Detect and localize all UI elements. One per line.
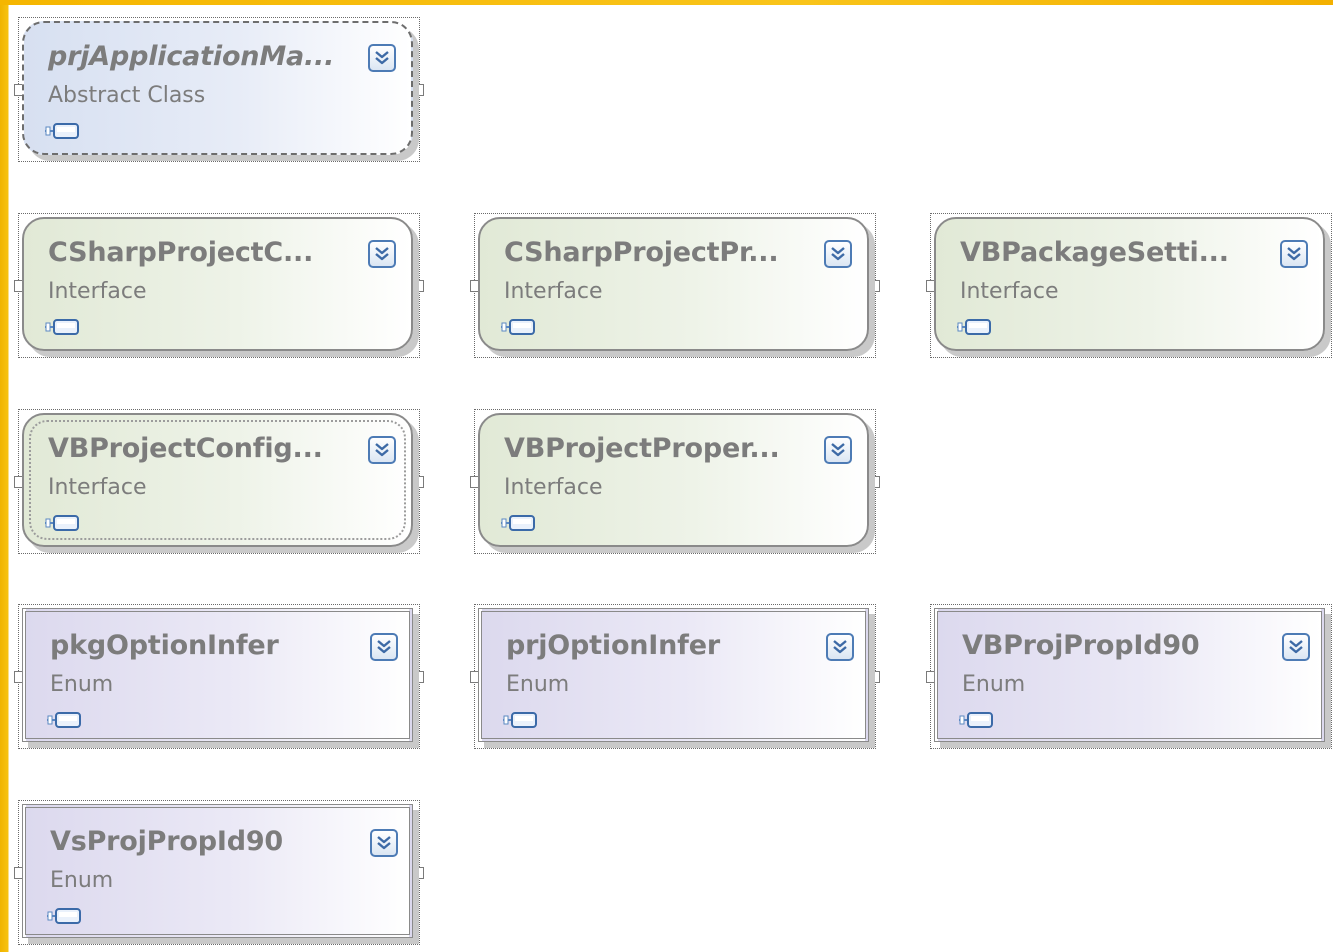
shape-body[interactable]: VBProjectProper... Interface — [478, 413, 869, 547]
double-chevron-down-icon[interactable] — [370, 633, 398, 661]
shape-body[interactable]: pkgOptionInfer Enum — [22, 608, 413, 742]
interface-lollipop-icon — [956, 317, 994, 341]
shape-body[interactable]: VBProjPropId90 Enum — [934, 608, 1325, 742]
connection-port-right[interactable] — [415, 84, 424, 96]
shape-kind: Interface — [48, 475, 147, 500]
connection-port-right[interactable] — [415, 476, 424, 488]
interface-lollipop-icon — [46, 710, 84, 734]
shape-title: pkgOptionInfer — [50, 630, 279, 661]
shape-kind: Enum — [50, 868, 114, 893]
class-diagram-canvas[interactable]: prjApplicationMa... Abstract Class CShar… — [9, 5, 1333, 952]
double-chevron-down-icon[interactable] — [824, 436, 852, 464]
shape-title: prjApplicationMa... — [48, 41, 335, 72]
double-chevron-down-icon[interactable] — [1282, 633, 1310, 661]
shape-title: CSharpProjectPr... — [504, 237, 779, 268]
interface-lollipop-icon — [502, 710, 540, 734]
double-chevron-down-icon[interactable] — [368, 436, 396, 464]
shape-kind: Interface — [48, 279, 147, 304]
shape-kind: Interface — [960, 279, 1059, 304]
shape-body[interactable]: prjApplicationMa... Abstract Class — [22, 21, 413, 155]
shape-body[interactable]: CSharpProjectPr... Interface — [478, 217, 869, 351]
double-chevron-down-icon[interactable] — [368, 44, 396, 72]
shape-body[interactable]: VBPackageSetti... Interface — [934, 217, 1325, 351]
double-chevron-down-icon[interactable] — [370, 829, 398, 857]
shape-body[interactable]: prjOptionInfer Enum — [478, 608, 869, 742]
interface-shape-VBProjectConfig[interactable]: VBProjectConfig... Interface — [14, 409, 424, 554]
shape-body[interactable]: VBProjectConfig... Interface — [22, 413, 413, 547]
interface-shape-VBProjectProper[interactable]: VBProjectProper... Interface — [470, 409, 880, 554]
interface-shape-VBPackageSetti[interactable]: VBPackageSetti... Interface — [926, 213, 1332, 358]
interface-lollipop-icon — [500, 317, 538, 341]
shape-kind: Enum — [506, 672, 570, 697]
shape-kind: Enum — [962, 672, 1026, 697]
shape-body[interactable]: CSharpProjectC... Interface — [22, 217, 413, 351]
shape-title: VBPackageSetti... — [960, 237, 1229, 268]
enum-shape-pkgOptionInfer[interactable]: pkgOptionInfer Enum — [14, 604, 424, 749]
shape-title: VsProjPropId90 — [50, 826, 284, 857]
shape-kind: Interface — [504, 475, 603, 500]
connection-port-right[interactable] — [415, 867, 424, 879]
shape-kind: Enum — [50, 672, 114, 697]
shape-title: VBProjPropId90 — [962, 630, 1200, 661]
interface-lollipop-icon — [500, 513, 538, 537]
enum-shape-VBProjPropId90[interactable]: VBProjPropId90 Enum — [926, 604, 1332, 749]
interface-shape-CSharpProjectC[interactable]: CSharpProjectC... Interface — [14, 213, 424, 358]
double-chevron-down-icon[interactable] — [1280, 240, 1308, 268]
shape-title: VBProjectConfig... — [48, 433, 323, 464]
interface-lollipop-icon — [44, 317, 82, 341]
shape-body[interactable]: VsProjPropId90 Enum — [22, 804, 413, 938]
shape-title: VBProjectProper... — [504, 433, 780, 464]
interface-lollipop-icon — [44, 121, 82, 145]
class-shape-prjApplicationMa[interactable]: prjApplicationMa... Abstract Class — [14, 17, 424, 162]
enum-shape-prjOptionInfer[interactable]: prjOptionInfer Enum — [470, 604, 880, 749]
double-chevron-down-icon[interactable] — [368, 240, 396, 268]
connection-port-right[interactable] — [415, 280, 424, 292]
shape-title: CSharpProjectC... — [48, 237, 314, 268]
double-chevron-down-icon[interactable] — [826, 633, 854, 661]
connection-port-right[interactable] — [415, 671, 424, 683]
interface-lollipop-icon — [958, 710, 996, 734]
connection-port-right[interactable] — [871, 280, 880, 292]
shape-kind: Interface — [504, 279, 603, 304]
interface-lollipop-icon — [44, 513, 82, 537]
interface-lollipop-icon — [46, 906, 84, 930]
shape-kind: Abstract Class — [48, 83, 206, 108]
connection-port-right[interactable] — [871, 476, 880, 488]
interface-shape-CSharpProjectPr[interactable]: CSharpProjectPr... Interface — [470, 213, 880, 358]
double-chevron-down-icon[interactable] — [824, 240, 852, 268]
enum-shape-VsProjPropId90[interactable]: VsProjPropId90 Enum — [14, 800, 424, 945]
connection-port-right[interactable] — [871, 671, 880, 683]
shape-title: prjOptionInfer — [506, 630, 720, 661]
